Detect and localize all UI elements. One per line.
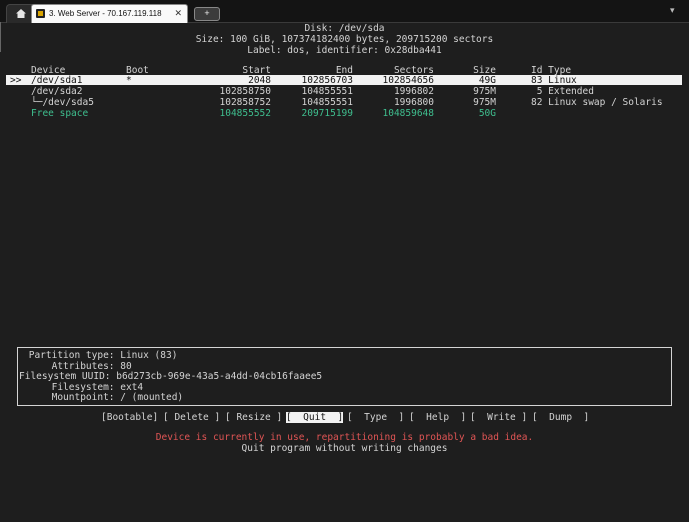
- disk-size: Size: 100 GiB, 107374182400 bytes, 20971…: [195, 34, 494, 45]
- row-device: └─/dev/sda5: [31, 97, 94, 108]
- partition-info-box: Partition type: Linux (83) Attributes: 8…: [17, 347, 672, 406]
- bootable-button[interactable]: [Bootable]: [101, 412, 158, 423]
- row-device: Free space: [31, 108, 89, 119]
- row-marker: >>: [10, 75, 22, 86]
- chevron-down-icon[interactable]: ▾: [670, 5, 682, 17]
- row-start: 102858750: [219, 86, 271, 97]
- table-row[interactable]: └─/dev/sda5 102858752 104855551 1996800 …: [0, 97, 689, 108]
- row-end: 104855551: [301, 86, 353, 97]
- home-icon: [16, 9, 26, 18]
- tab-bar: 3. Web Server - 70.167.119.118 ✕ + ▾: [0, 0, 689, 23]
- row-id-type: 5 Extended: [531, 86, 594, 97]
- row-start: 102858752: [219, 97, 271, 108]
- row-end: 209715199: [301, 108, 353, 119]
- tab-label: 3. Web Server - 70.167.119.118: [49, 9, 162, 18]
- info-partition-type: Partition type: Linux (83): [23, 350, 178, 361]
- row-sectors: 102854656: [382, 75, 434, 86]
- hint-message: Quit program without writing changes: [241, 443, 448, 454]
- row-size: 50G: [478, 108, 496, 119]
- warning-message: Device is currently in use, repartitioni…: [155, 432, 534, 443]
- row-end: 104855551: [301, 97, 353, 108]
- info-mountpoint: Mountpoint: / (mounted): [23, 392, 184, 403]
- row-device: /dev/sda2: [31, 86, 83, 97]
- table-row[interactable]: Free space 104855552 209715199 104859648…: [0, 108, 689, 119]
- type-button[interactable]: [ Type ]: [347, 412, 404, 423]
- row-start: 2048: [248, 75, 271, 86]
- putty-icon: [36, 9, 45, 18]
- quit-button[interactable]: [ Quit ]: [286, 412, 344, 423]
- row-id-type: 82 Linux swap / Solaris: [531, 97, 663, 108]
- table-row[interactable]: >> /dev/sda1 * 2048 102856703 102854656 …: [0, 75, 689, 86]
- delete-button[interactable]: [ Delete ]: [163, 412, 220, 423]
- row-sectors: 1996800: [393, 97, 434, 108]
- table-row[interactable]: /dev/sda2 102858750 104855551 1996802 97…: [0, 86, 689, 97]
- row-device: /dev/sda1: [31, 75, 83, 86]
- row-boot: *: [126, 75, 132, 86]
- disk-label: Label: dos, identifier: 0x28dba441: [247, 45, 442, 56]
- row-size: 975M: [473, 97, 496, 108]
- info-fs-uuid: Filesystem UUID: b6d273cb-969e-43a5-a4dd…: [19, 371, 323, 382]
- new-tab-button[interactable]: +: [194, 7, 220, 21]
- write-button[interactable]: [ Write ]: [470, 412, 527, 423]
- disk-name: Disk: /dev/sda: [304, 23, 385, 34]
- row-id-type: 83 Linux: [531, 75, 577, 86]
- dump-button[interactable]: [ Dump ]: [532, 412, 589, 423]
- row-sectors: 104859648: [382, 108, 434, 119]
- row-size: 975M: [473, 86, 496, 97]
- row-end: 102856703: [301, 75, 353, 86]
- row-sectors: 1996802: [393, 86, 434, 97]
- row-size: 49G: [478, 75, 496, 86]
- terminal[interactable]: Disk: /dev/sda Size: 100 GiB, 1073741824…: [0, 22, 689, 466]
- resize-button[interactable]: [ Resize ]: [225, 412, 282, 423]
- action-menu: [Bootable] [ Delete ] [ Resize ] [ Quit …: [0, 412, 689, 423]
- row-start: 104855552: [219, 108, 271, 119]
- tab-web-server[interactable]: 3. Web Server - 70.167.119.118 ✕: [31, 4, 188, 23]
- help-button[interactable]: [ Help ]: [409, 412, 466, 423]
- close-icon[interactable]: ✕: [174, 8, 182, 19]
